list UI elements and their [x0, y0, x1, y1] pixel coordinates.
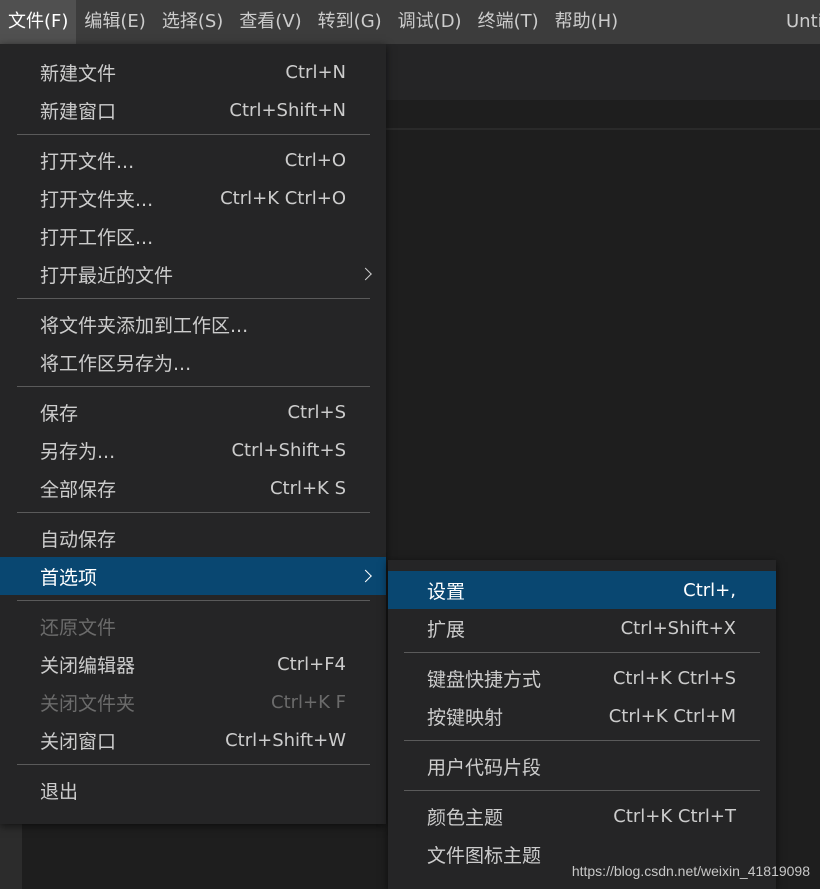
menu-item-label: 扩展	[427, 618, 466, 641]
menu-item-new-window[interactable]: 新建窗口 Ctrl+Shift+N	[0, 91, 386, 129]
menu-separator	[17, 512, 370, 513]
menu-item-label: 关闭文件夹	[40, 692, 136, 715]
menu-separator	[404, 790, 760, 791]
shortcut-label: Ctrl+K Ctrl+S	[612, 667, 736, 689]
chevron-right-icon	[359, 569, 372, 583]
menu-item-label: 打开文件夹...	[40, 188, 154, 211]
menu-item-save-all[interactable]: 全部保存 Ctrl+K S	[0, 469, 386, 507]
menu-item-label: 按键映射	[427, 706, 504, 729]
menu-item-keymaps[interactable]: 按键映射 Ctrl+K Ctrl+M	[388, 697, 776, 735]
menu-item-exit[interactable]: 退出	[0, 771, 386, 809]
menu-item-label: 关闭窗口	[40, 730, 117, 753]
menu-item-label: 打开最近的文件	[40, 264, 174, 287]
menu-item-close-folder: 关闭文件夹 Ctrl+K F	[0, 683, 386, 721]
menubar-selection[interactable]: 选择(S)	[154, 0, 231, 44]
preferences-submenu: 设置 Ctrl+, 扩展 Ctrl+Shift+X 键盘快捷方式 Ctrl+K …	[388, 560, 776, 889]
menu-item-keyboard-shortcuts[interactable]: 键盘快捷方式 Ctrl+K Ctrl+S	[388, 659, 776, 697]
menu-item-settings[interactable]: 设置 Ctrl+,	[388, 571, 776, 609]
menu-item-label: 新建文件	[40, 62, 117, 85]
menu-item-label: 设置	[427, 580, 466, 603]
menu-item-new-file[interactable]: 新建文件 Ctrl+N	[0, 53, 386, 91]
breadcrumb-bar	[386, 100, 820, 130]
menu-item-revert-file: 还原文件	[0, 607, 386, 645]
shortcut-label: Ctrl+N	[285, 61, 346, 83]
menu-item-extensions[interactable]: 扩展 Ctrl+Shift+X	[388, 609, 776, 647]
shortcut-label: Ctrl+K Ctrl+M	[608, 705, 736, 727]
menubar-edit[interactable]: 编辑(E)	[76, 0, 153, 44]
menu-item-save-workspace-as[interactable]: 将工作区另存为...	[0, 343, 386, 381]
menu-item-label: 全部保存	[40, 478, 117, 501]
menu-item-user-snippets[interactable]: 用户代码片段	[388, 747, 776, 785]
watermark: https://blog.csdn.net/weixin_41819098	[571, 863, 810, 879]
shortcut-label: Ctrl+K S	[269, 477, 346, 499]
menu-item-label: 打开文件...	[40, 150, 135, 173]
menubar-go[interactable]: 转到(G)	[310, 0, 390, 44]
menubar-terminal[interactable]: 终端(T)	[470, 0, 547, 44]
menu-separator	[404, 652, 760, 653]
menu-separator	[17, 600, 370, 601]
menu-separator	[404, 740, 760, 741]
shortcut-label: Ctrl+K F	[271, 691, 346, 713]
menu-item-save[interactable]: 保存 Ctrl+S	[0, 393, 386, 431]
menu-item-label: 将工作区另存为...	[40, 352, 192, 375]
menu-item-label: 关闭编辑器	[40, 654, 136, 677]
menu-item-save-as[interactable]: 另存为... Ctrl+Shift+S	[0, 431, 386, 469]
menu-item-label: 颜色主题	[427, 806, 504, 829]
menu-item-label: 保存	[40, 402, 79, 425]
menu-item-label: 打开工作区...	[40, 226, 154, 249]
menu-item-label: 将文件夹添加到工作区...	[40, 314, 249, 337]
shortcut-label: Ctrl+K Ctrl+O	[220, 187, 346, 209]
menu-item-add-folder-to-workspace[interactable]: 将文件夹添加到工作区...	[0, 305, 386, 343]
shortcut-label: Ctrl+Shift+N	[229, 99, 346, 121]
menu-item-open-file[interactable]: 打开文件... Ctrl+O	[0, 141, 386, 179]
menu-separator	[17, 134, 370, 135]
menu-item-label: 还原文件	[40, 616, 117, 639]
menu-bar: 文件(F) 编辑(E) 选择(S) 查看(V) 转到(G) 调试(D) 终端(T…	[0, 0, 820, 44]
menu-item-close-window[interactable]: 关闭窗口 Ctrl+Shift+W	[0, 721, 386, 759]
chevron-right-icon	[359, 267, 372, 281]
menubar-view[interactable]: 查看(V)	[231, 0, 309, 44]
shortcut-label: Ctrl+F4	[277, 653, 346, 675]
menu-item-open-folder[interactable]: 打开文件夹... Ctrl+K Ctrl+O	[0, 179, 386, 217]
menu-separator	[17, 764, 370, 765]
menu-separator	[17, 386, 370, 387]
menu-item-preferences[interactable]: 首选项	[0, 557, 386, 595]
shortcut-label: Ctrl+,	[683, 579, 736, 601]
shortcut-label: Ctrl+Shift+S	[231, 439, 346, 461]
menu-item-label: 键盘快捷方式	[427, 668, 542, 691]
menu-item-label: 首选项	[40, 566, 98, 589]
menu-item-label: 用户代码片段	[427, 756, 542, 779]
menu-item-label: 自动保存	[40, 528, 117, 551]
shortcut-label: Ctrl+O	[284, 149, 346, 171]
menu-separator	[17, 298, 370, 299]
file-menu: 新建文件 Ctrl+N 新建窗口 Ctrl+Shift+N 打开文件... Ct…	[0, 44, 386, 824]
menu-item-open-workspace[interactable]: 打开工作区...	[0, 217, 386, 255]
menu-item-auto-save[interactable]: 自动保存	[0, 519, 386, 557]
menu-item-open-recent[interactable]: 打开最近的文件	[0, 255, 386, 293]
window-title: Untit	[786, 11, 820, 32]
menu-item-close-editor[interactable]: 关闭编辑器 Ctrl+F4	[0, 645, 386, 683]
shortcut-label: Ctrl+Shift+X	[620, 617, 736, 639]
menubar-help[interactable]: 帮助(H)	[547, 0, 627, 44]
shortcut-label: Ctrl+S	[287, 401, 346, 423]
menu-item-label: 新建窗口	[40, 100, 117, 123]
shortcut-label: Ctrl+Shift+W	[225, 729, 346, 751]
menu-item-label: 另存为...	[40, 440, 116, 463]
menu-item-color-theme[interactable]: 颜色主题 Ctrl+K Ctrl+T	[388, 797, 776, 835]
tab-bar	[386, 44, 820, 100]
menu-item-label: 退出	[40, 780, 79, 803]
shortcut-label: Ctrl+K Ctrl+T	[613, 805, 736, 827]
menubar-file[interactable]: 文件(F)	[0, 0, 77, 44]
menubar-debug[interactable]: 调试(D)	[390, 0, 470, 44]
